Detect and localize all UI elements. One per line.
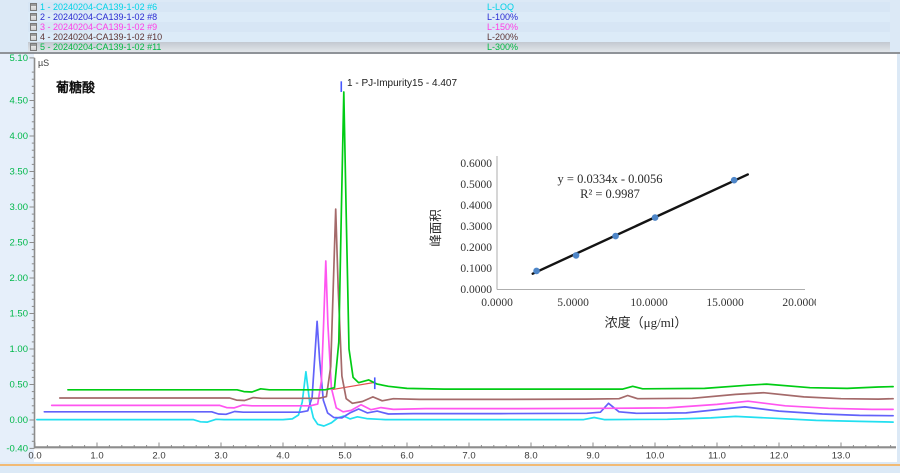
svg-text:0.50: 0.50 [10,380,29,391]
svg-text:7.0: 7.0 [462,451,475,462]
svg-text:3.00: 3.00 [10,202,29,213]
svg-text:1.50: 1.50 [10,309,29,320]
svg-text:R² = 0.9987: R² = 0.9987 [580,187,640,201]
svg-text:20.0000: 20.0000 [782,297,816,309]
svg-text:0.0: 0.0 [28,451,41,462]
svg-text:0.5000: 0.5000 [460,179,492,191]
svg-text:4.0: 4.0 [276,451,289,462]
svg-text:0.0000: 0.0000 [481,297,513,309]
svg-text:0.3000: 0.3000 [460,221,492,233]
svg-text:1.0: 1.0 [90,451,103,462]
svg-text:8.0: 8.0 [524,451,537,462]
svg-text:-0.40: -0.40 [6,443,28,454]
y-axis-unit-label: µS [38,58,49,68]
compound-title: 葡糖酸 [56,77,95,96]
svg-text:1.00: 1.00 [10,344,29,355]
svg-text:0.0000: 0.0000 [460,284,492,296]
svg-text:10.0: 10.0 [646,451,665,462]
svg-text:2.00: 2.00 [10,273,29,284]
svg-text:4.00: 4.00 [10,131,29,142]
bottom-accent-line [0,464,900,466]
svg-text:0.1000: 0.1000 [460,263,492,275]
svg-text:4.50: 4.50 [10,96,29,107]
svg-text:13.0: 13.0 [832,451,851,462]
peak-annotation: 1 - PJ-Impurity15 - 4.407 [347,78,457,89]
svg-text:10.0000: 10.0000 [630,297,668,309]
calibration-curve-chart: 0.0000 0.1000 0.2000 0.3000 0.4000 0.5000 0.60… [424,146,816,340]
svg-text:12.0: 12.0 [770,451,789,462]
svg-text:3.50: 3.50 [10,167,29,178]
svg-text:9.0: 9.0 [586,451,599,462]
svg-text:峰面积: 峰面积 [429,209,443,247]
svg-text:11.0: 11.0 [708,451,726,462]
svg-text:y = 0.0334x - 0.0056: y = 0.0334x - 0.0056 [558,172,663,186]
svg-text:0.4000: 0.4000 [460,200,492,212]
svg-text:2.50: 2.50 [10,238,29,249]
svg-text:0.2000: 0.2000 [460,242,492,254]
svg-text:2.0: 2.0 [152,451,165,462]
svg-text:5.0000: 5.0000 [557,297,589,309]
svg-text:6.0: 6.0 [400,451,413,462]
svg-text:浓度（μg/ml）: 浓度（μg/ml） [605,315,688,330]
svg-text:5.0: 5.0 [338,451,351,462]
svg-text:0.6000: 0.6000 [460,158,492,170]
svg-text:0.00: 0.00 [10,415,29,426]
svg-text:3.0: 3.0 [214,451,227,462]
svg-text:15.0000: 15.0000 [706,297,744,309]
svg-text:5.10: 5.10 [10,53,29,64]
